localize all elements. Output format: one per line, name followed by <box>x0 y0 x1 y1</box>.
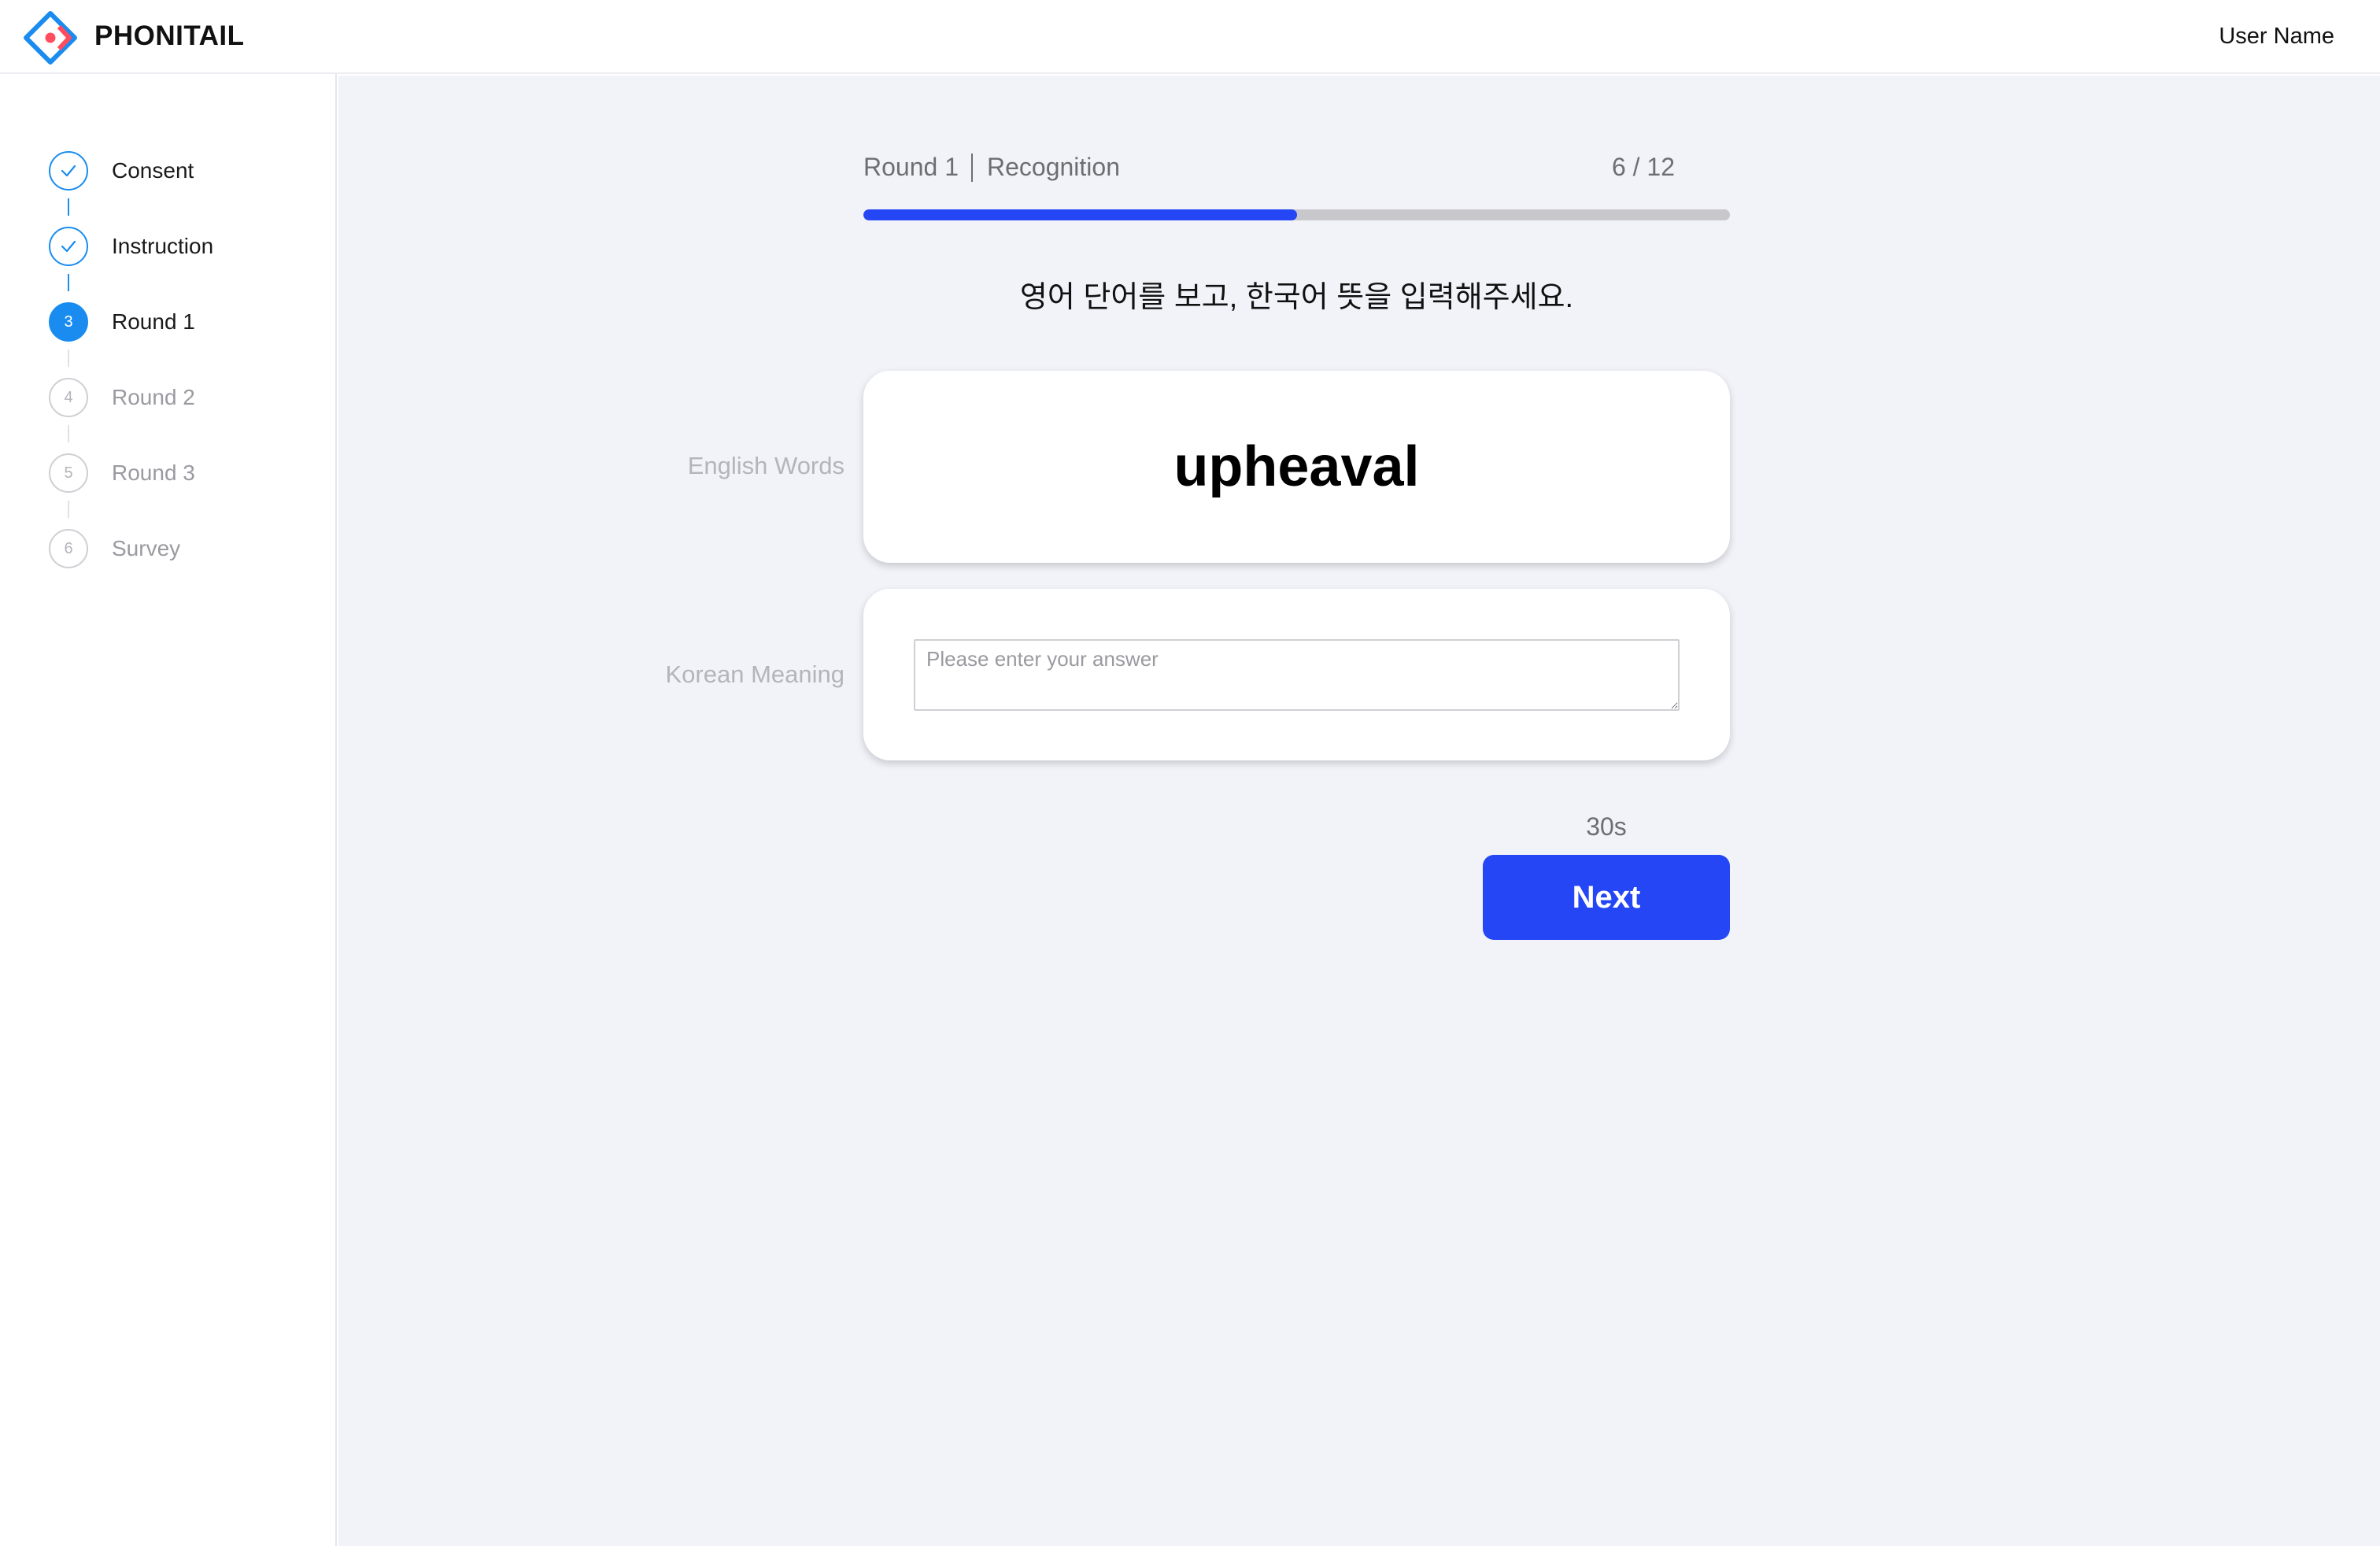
step-connector <box>68 274 69 291</box>
english-word: upheaval <box>1173 435 1420 498</box>
answer-input[interactable] <box>914 639 1680 711</box>
korean-meaning-label: Korean Meaning <box>665 660 845 688</box>
brand-name: PHONITAIL <box>94 20 245 51</box>
phonitail-logo-icon <box>24 11 77 65</box>
question-counter: 6 / 12 <box>1611 153 1675 181</box>
instruction-text: 영어 단어를 보고, 한국어 뜻을 입력해주세요. <box>1019 281 1574 314</box>
step-connector <box>68 350 69 367</box>
step-number: 3 <box>49 302 88 342</box>
step-number: 6 <box>49 529 88 568</box>
step-label: Round 1 <box>112 309 195 334</box>
answer-card <box>863 589 1730 760</box>
step-label: Consent <box>112 158 194 183</box>
english-words-label: English Words <box>687 452 844 479</box>
main-content: Round 1 Recognition 6 / 12 영어 단어를 보고, 한국… <box>338 76 2380 1546</box>
progress-sidebar: Consent Instruction 3 Round 1 4 Round 2 … <box>0 74 337 1546</box>
step-label: Round 3 <box>112 460 195 485</box>
divider <box>970 153 973 182</box>
step-connector <box>68 501 69 518</box>
step-round-2[interactable]: 4 Round 2 <box>49 378 316 417</box>
app-header: PHONITAIL User Name <box>0 0 2380 74</box>
step-instruction[interactable]: Instruction <box>49 227 316 266</box>
next-button[interactable]: Next <box>1483 855 1730 940</box>
round-name: Round 1 <box>863 153 959 181</box>
check-icon <box>49 151 88 190</box>
step-connector <box>68 425 69 442</box>
step-number: 4 <box>49 378 88 417</box>
step-label: Instruction <box>112 234 214 258</box>
progress-bar <box>863 209 1730 220</box>
round-phase: Recognition <box>986 153 1120 181</box>
step-round-3[interactable]: 5 Round 3 <box>49 453 316 493</box>
step-round-1[interactable]: 3 Round 1 <box>49 302 316 342</box>
step-label: Round 2 <box>112 385 195 409</box>
step-consent[interactable]: Consent <box>49 151 316 190</box>
user-name[interactable]: User Name <box>2219 24 2334 50</box>
step-survey[interactable]: 6 Survey <box>49 529 316 568</box>
step-number: 5 <box>49 453 88 493</box>
timer: 30s <box>1586 812 1627 841</box>
word-card: upheaval <box>863 371 1730 563</box>
step-connector <box>68 198 69 216</box>
step-label: Survey <box>112 536 181 560</box>
check-icon <box>49 227 88 266</box>
progress-fill <box>863 209 1297 220</box>
round-title: Round 1 Recognition <box>863 153 1120 182</box>
